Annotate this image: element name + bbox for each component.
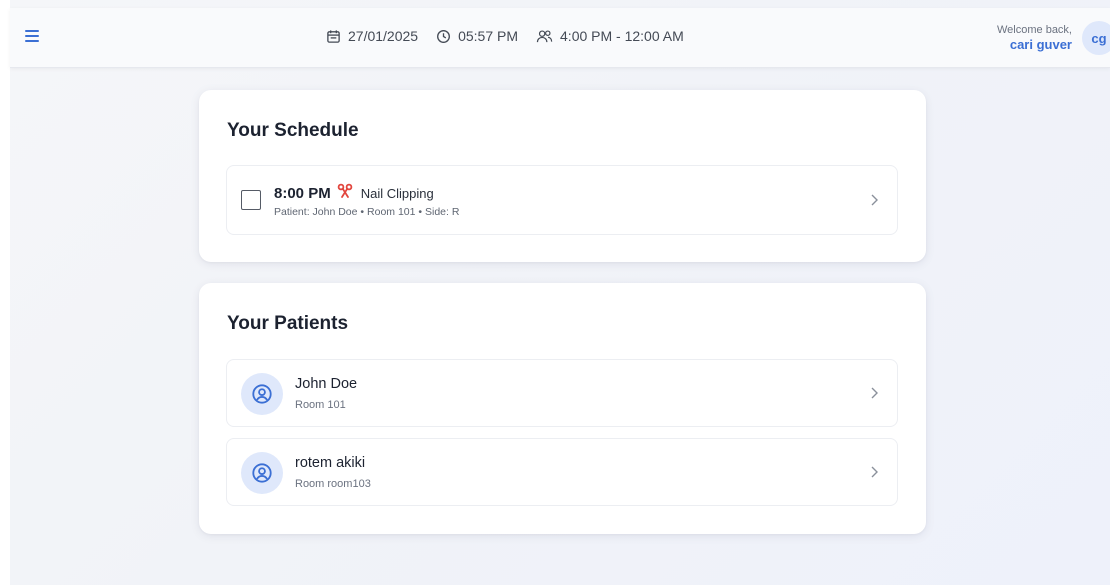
scissors-icon bbox=[337, 183, 353, 204]
hamburger-menu-icon[interactable] bbox=[24, 28, 42, 44]
app-root: 27/01/2025 05:57 PM 4:00 PM - 12:00 AM W… bbox=[0, 0, 1110, 585]
chevron-right-icon bbox=[869, 465, 879, 479]
schedule-patient: Patient: John Doe bbox=[274, 206, 358, 218]
patient-room: Room 101 bbox=[295, 399, 346, 411]
patient-name: John Doe bbox=[295, 376, 358, 392]
schedule-room: Room 101 bbox=[367, 206, 416, 218]
chevron-right-icon bbox=[869, 386, 879, 400]
schedule-details: Patient: John Doe • Room 101 • Side: R bbox=[274, 206, 459, 218]
patients-card: Your Patients John Doe Room 101 rotem ak… bbox=[199, 283, 926, 534]
welcome-label: Welcome back, bbox=[997, 23, 1072, 36]
user-name: cari guver bbox=[1009, 36, 1072, 52]
time-display: 05:57 PM bbox=[436, 28, 518, 44]
user-avatar[interactable]: cg bbox=[1082, 21, 1110, 55]
users-icon bbox=[536, 29, 553, 44]
task-checkbox[interactable] bbox=[241, 190, 261, 210]
shift-info: 27/01/2025 05:57 PM 4:00 PM - 12:00 AM bbox=[326, 26, 684, 46]
patients-title: Your Patients bbox=[227, 313, 349, 334]
user-area[interactable]: Welcome back, cari guver cg bbox=[997, 12, 1110, 64]
patient-item[interactable]: rotem akiki Room room103 bbox=[226, 438, 898, 506]
schedule-task: Nail Clipping bbox=[360, 186, 434, 201]
schedule-time: 8:00 PM bbox=[274, 185, 331, 202]
shift-text: 4:00 PM - 12:00 AM bbox=[560, 28, 684, 44]
schedule-card: Your Schedule 8:00 PM Nail Clipping Pati… bbox=[199, 90, 926, 262]
schedule-side: Side: R bbox=[425, 206, 460, 218]
calendar-icon bbox=[326, 29, 341, 44]
patient-item[interactable]: John Doe Room 101 bbox=[226, 359, 898, 427]
shift-display: 4:00 PM - 12:00 AM bbox=[536, 28, 684, 44]
user-circle-icon bbox=[241, 452, 283, 494]
time-text: 05:57 PM bbox=[458, 28, 519, 44]
window-edge bbox=[0, 0, 10, 585]
chevron-right-icon bbox=[869, 193, 879, 207]
schedule-item[interactable]: 8:00 PM Nail Clipping Patient: John Doe … bbox=[226, 165, 898, 235]
patient-room: Room room103 bbox=[295, 478, 371, 490]
user-circle-icon bbox=[241, 373, 283, 415]
schedule-item-header: 8:00 PM Nail Clipping bbox=[274, 183, 434, 204]
welcome-block: Welcome back, cari guver bbox=[997, 24, 1072, 53]
patient-name: rotem akiki bbox=[295, 455, 366, 471]
date-text: 27/01/2025 bbox=[348, 28, 419, 44]
schedule-title: Your Schedule bbox=[227, 120, 359, 141]
top-bar: 27/01/2025 05:57 PM 4:00 PM - 12:00 AM W… bbox=[10, 8, 1110, 68]
separator-dot: • bbox=[418, 206, 423, 218]
date-display: 27/01/2025 bbox=[326, 28, 418, 44]
separator-dot: • bbox=[360, 206, 365, 218]
clock-icon bbox=[436, 29, 451, 44]
